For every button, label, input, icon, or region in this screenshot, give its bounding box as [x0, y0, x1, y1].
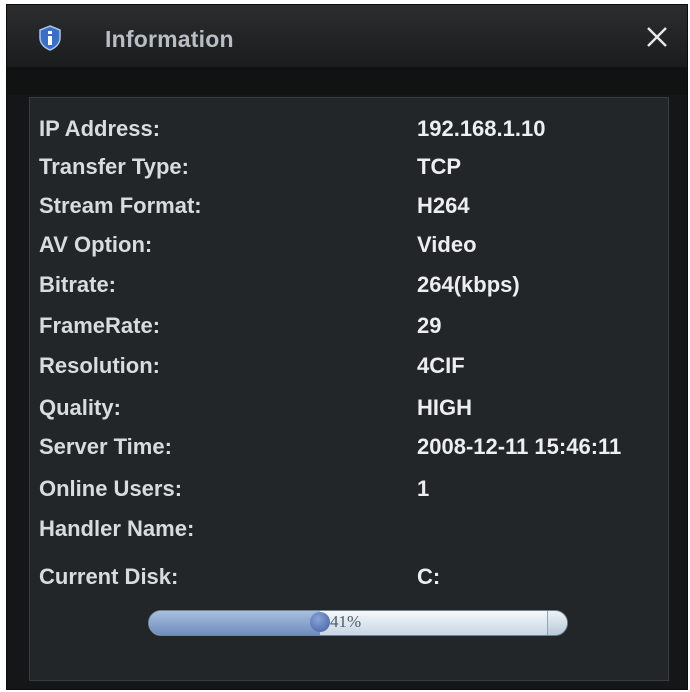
row-label: Quality: [39, 395, 121, 420]
row-value: HIGH [417, 395, 472, 420]
info-shield-icon [39, 25, 61, 51]
row-ip-address: IP Address: 192.168.1.10 [30, 116, 668, 146]
row-online-users: Online Users: 1 [30, 476, 668, 506]
row-value: H264 [417, 193, 470, 218]
row-value: 29 [417, 313, 442, 338]
row-label: Stream Format: [39, 193, 202, 218]
row-value: 192.168.1.10 [417, 116, 546, 141]
toolbar-strip [7, 67, 687, 95]
row-transfer-type: Transfer Type: TCP [30, 154, 668, 184]
disk-usage-progress: 41% [148, 610, 568, 636]
row-label: IP Address: [39, 116, 161, 141]
title-bar[interactable]: Information [7, 5, 687, 67]
row-framerate: FrameRate: 29 [30, 313, 668, 343]
row-quality: Quality: HIGH [30, 395, 668, 425]
row-value: 2008-12-11 15:46:11 [417, 434, 622, 459]
row-label: Resolution: [39, 353, 160, 378]
row-label: Current Disk: [39, 564, 179, 589]
info-panel: IP Address: 192.168.1.10 Transfer Type: … [29, 97, 669, 681]
row-value: Video [417, 232, 477, 257]
row-handler-name: Handler Name: [30, 516, 668, 546]
close-icon[interactable] [643, 23, 671, 51]
row-label: Online Users: [39, 476, 183, 501]
row-current-disk: Current Disk: C: [30, 564, 668, 594]
row-label: Transfer Type: [39, 154, 189, 179]
row-label: Handler Name: [39, 516, 195, 541]
row-label: AV Option: [39, 232, 153, 257]
row-bitrate: Bitrate: 264(kbps) [30, 272, 668, 302]
row-value: 1 [417, 476, 430, 501]
row-stream-format: Stream Format: H264 [30, 193, 668, 223]
row-av-option: AV Option: Video [30, 232, 668, 262]
row-label: Server Time: [39, 434, 172, 459]
row-label: FrameRate: [39, 313, 161, 338]
progress-end-cap [547, 611, 567, 635]
row-label: Bitrate: [39, 272, 117, 297]
row-value: 264(kbps) [417, 272, 520, 297]
information-dialog: Information IP Address: 192.168.1.10 Tra… [6, 4, 688, 690]
dialog-title: Information [105, 26, 234, 52]
row-resolution: Resolution: 4CIF [30, 353, 668, 383]
progress-fill [149, 611, 321, 635]
row-server-time: Server Time: 2008-12-11 15:46:11 [30, 434, 668, 464]
row-value: C: [417, 564, 441, 589]
row-value: TCP [417, 154, 461, 179]
progress-percent-label: 41% [330, 612, 362, 631]
row-value: 4CIF [417, 353, 465, 378]
